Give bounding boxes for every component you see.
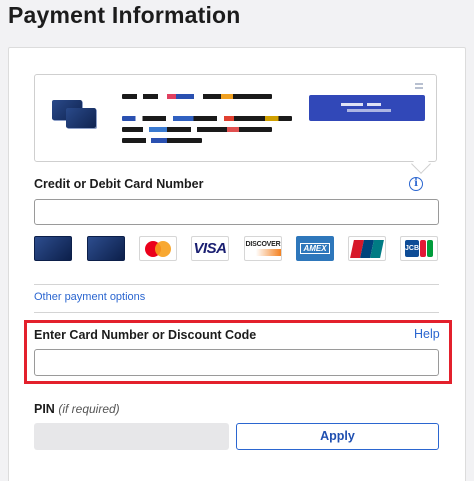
gift-card-logo <box>34 236 72 261</box>
other-payment-options-link[interactable]: Other payment options <box>34 291 145 303</box>
pin-hint: (if required) <box>58 402 120 416</box>
pin-input[interactable] <box>34 423 229 450</box>
promo-card-image <box>66 108 96 128</box>
visa-logo: VISA <box>191 236 229 261</box>
gift-card-logo <box>87 236 125 261</box>
discover-logo-text: DISCOVER <box>245 241 281 248</box>
jcb-logo-text: JCB <box>405 240 420 257</box>
discount-code-label: Enter Card Number or Discount Code <box>34 328 257 342</box>
divider <box>34 284 439 285</box>
pin-label-text: PIN <box>34 402 55 416</box>
amex-logo: AMEX <box>296 236 334 261</box>
promo-menu-icon[interactable] <box>415 83 423 89</box>
mastercard-logo <box>139 236 177 261</box>
jcb-logo: JCB <box>400 236 438 261</box>
apply-button[interactable]: Apply <box>236 423 439 450</box>
card-number-input[interactable] <box>34 199 439 225</box>
promo-text-line <box>122 116 292 121</box>
promo-cta-button[interactable] <box>309 95 425 121</box>
help-link[interactable]: Help <box>414 327 440 341</box>
page-title: Payment Information <box>8 2 241 28</box>
pin-label: PIN (if required) <box>34 402 120 416</box>
amex-logo-text: AMEX <box>300 243 330 254</box>
unionpay-logo <box>348 236 386 261</box>
info-icon[interactable]: i <box>409 177 423 191</box>
promo-text-line <box>122 138 202 143</box>
discover-logo: DISCOVER <box>244 236 282 261</box>
promo-text-line <box>122 127 272 132</box>
promo-text-line <box>122 94 272 99</box>
visa-logo-text: VISA <box>193 240 227 257</box>
discount-code-input[interactable] <box>34 349 439 376</box>
divider <box>34 312 439 313</box>
card-number-label: Credit or Debit Card Number <box>34 177 204 191</box>
